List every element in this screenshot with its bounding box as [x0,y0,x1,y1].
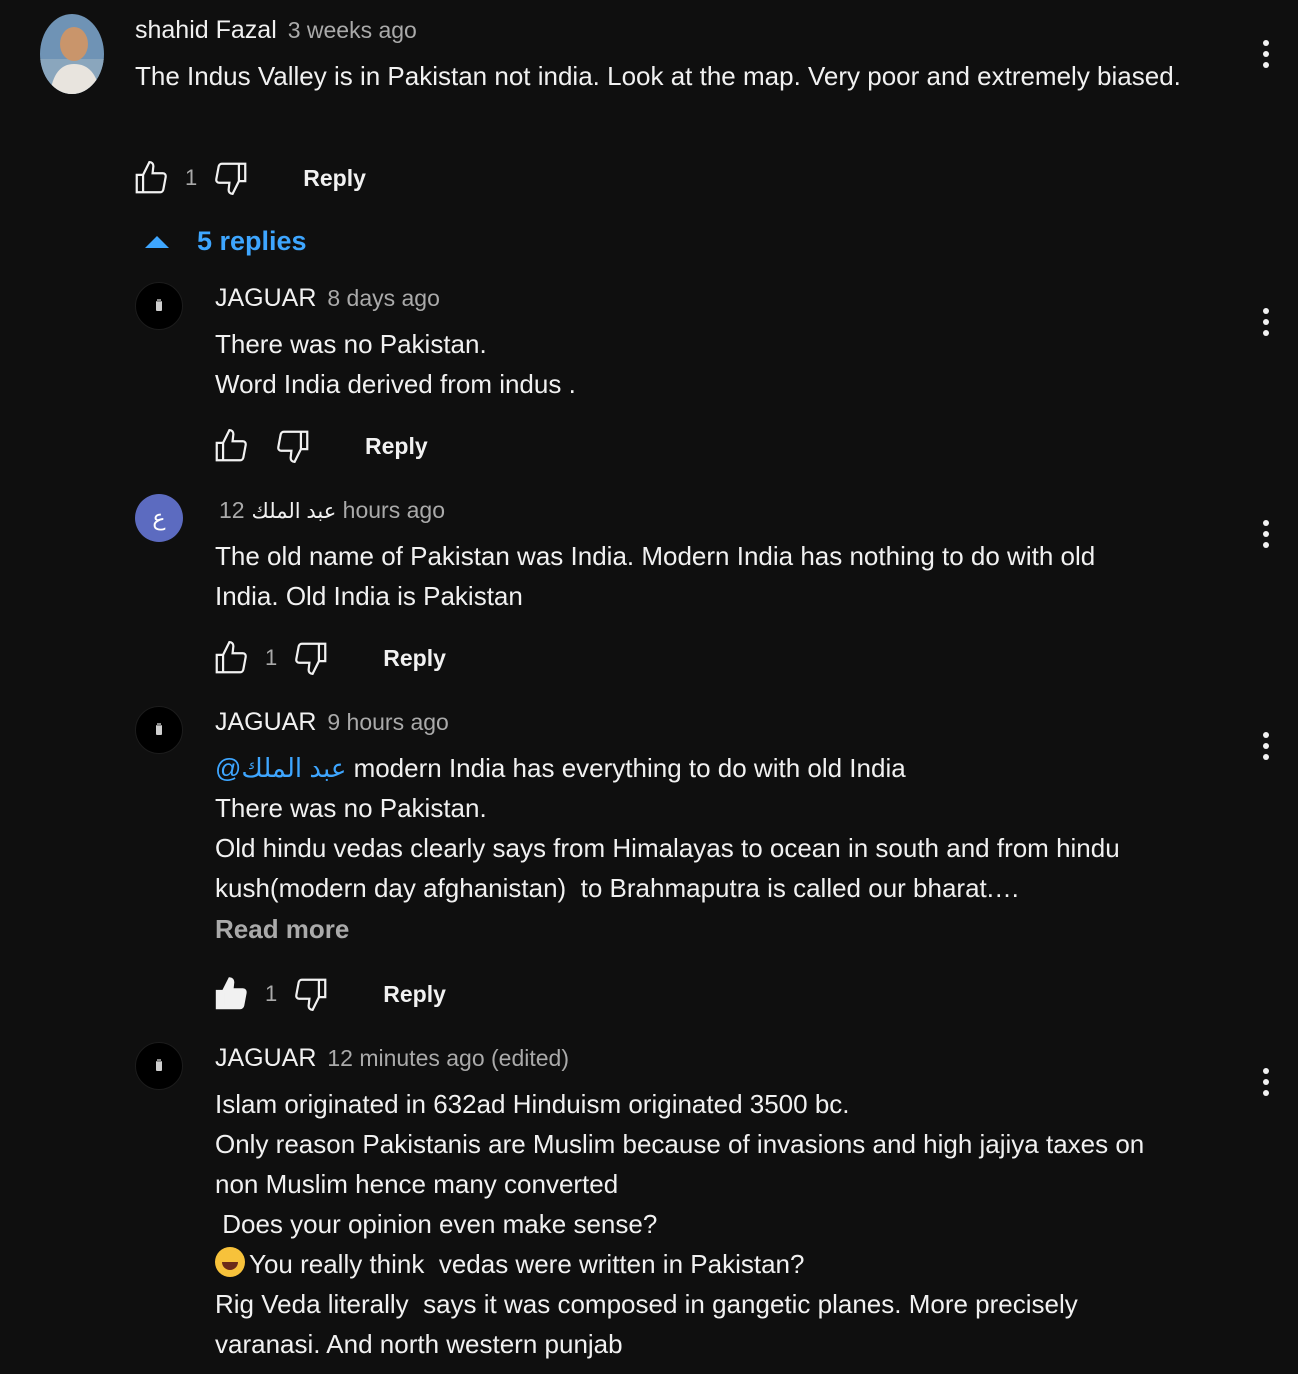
read-more-button[interactable]: Read more [215,914,349,945]
triangle-up-icon [145,235,169,248]
timestamp[interactable]: 8 days ago [327,285,440,311]
like-count: 1 [265,981,278,1006]
dislike-button[interactable] [273,426,313,466]
comment-line: Rig Veda literally says it was composed … [215,1289,1078,1319]
comment-text: The Indus Valley is in Pakistan not indi… [135,61,1181,91]
avatar-figure-icon [156,723,162,735]
thumbs-down-icon [295,978,327,1011]
comment-header: JAGUAR 12 minutes ago (edited) [215,1044,569,1073]
avatar[interactable] [135,282,183,330]
comment-line: Old hindu vedas clearly says from Himala… [215,833,1120,863]
thumbs-up-icon [215,641,247,674]
comment-actions: 1 Reply [131,158,366,198]
comment-line: You really think vedas were written in P… [249,1249,805,1279]
timestamp[interactable]: 12 minutes ago (edited) [327,1045,569,1071]
comment-text: There was no Pakistan. Word India derived… [215,324,576,404]
comment-line: Islam originated in 632ad Hinduism origi… [215,1089,850,1119]
comment-line: The old name of Pakistan was India. Mode… [215,541,1096,571]
like-count: 1 [265,645,278,670]
like-button[interactable] [211,974,251,1014]
more-options-button[interactable] [1256,514,1276,554]
comment-actions: 1 Reply [211,638,446,678]
reply-button[interactable]: Reply [383,981,446,1008]
like-count: 1 [185,165,198,190]
reply-button[interactable]: Reply [383,645,446,672]
avatar[interactable]: ع [135,494,183,542]
mention-link[interactable]: @عبد الملك [215,753,346,783]
dislike-button[interactable] [211,158,251,198]
timestamp[interactable]: 3 weeks ago [288,17,417,43]
dislike-button[interactable] [291,638,331,678]
author-name[interactable]: JAGUAR [215,1044,316,1072]
author-name[interactable]: JAGUAR [215,284,316,312]
replies-toggle[interactable]: 5 replies [145,226,307,257]
author-name[interactable]: shahid Fazal [135,16,277,44]
avatar[interactable] [135,706,183,754]
dislike-button[interactable] [291,974,331,1014]
thumbs-up-filled-icon [215,977,247,1010]
thumbs-up-icon [135,161,167,194]
reply-button[interactable]: Reply [303,165,366,192]
author-name[interactable]: عبد الملك [252,500,337,523]
more-options-button[interactable] [1256,726,1276,766]
avatar[interactable] [135,1042,183,1090]
comment-line: Does your opinion even make sense? [215,1209,658,1239]
comment-header: عبد الملك 12 hours ago [215,496,445,525]
comment-line: non Muslim hence many converted [215,1169,619,1199]
more-options-button[interactable] [1256,302,1276,342]
comment-line: India. Old India is Pakistan [215,581,523,611]
comment-text: @عبد الملك modern India has everything t… [215,748,1120,908]
comment-header: JAGUAR 9 hours ago [215,708,449,737]
laughing-emoji-icon [215,1247,245,1277]
comment-line: There was no Pakistan. [215,793,487,823]
comment-header: JAGUAR 8 days ago [215,284,440,313]
thumbs-up-icon [215,429,247,462]
comment-line: modern India has everything to do with o… [346,753,906,783]
comment-actions: Reply [211,426,428,466]
more-options-button[interactable] [1256,1062,1276,1102]
comment-text: Islam originated in 632ad Hinduism origi… [215,1084,1144,1364]
comment-line: Word India derived from indus . [215,369,576,399]
comment-line: Only reason Pakistanis are Muslim becaus… [215,1129,1145,1159]
like-button[interactable] [131,158,171,198]
thumbs-down-icon [215,162,247,195]
thumbs-down-icon [277,430,309,463]
timestamp[interactable]: 9 hours ago [327,709,448,735]
author-name[interactable]: JAGUAR [215,708,316,736]
like-button[interactable] [211,638,251,678]
like-button[interactable] [211,426,251,466]
thumbs-down-icon [295,642,327,675]
avatar-letter: ع [152,505,166,530]
comment-line: varanasi. And north western punjab [215,1329,623,1359]
avatar[interactable] [40,14,104,94]
comment-actions: 1 Reply [211,974,446,1014]
avatar-photo [40,14,104,94]
reply-button[interactable]: Reply [365,433,428,460]
avatar-figure-icon [156,1059,162,1071]
comment-header: shahid Fazal 3 weeks ago [135,16,417,45]
comment-line: There was no Pakistan. [215,329,487,359]
replies-count-label: 5 replies [197,226,307,256]
more-options-button[interactable] [1256,34,1276,74]
comment-line: kush(modern day afghanistan) to Brahmapu… [215,873,1020,903]
comment-text: The old name of Pakistan was India. Mode… [215,536,1095,616]
avatar-figure-icon [156,299,162,311]
